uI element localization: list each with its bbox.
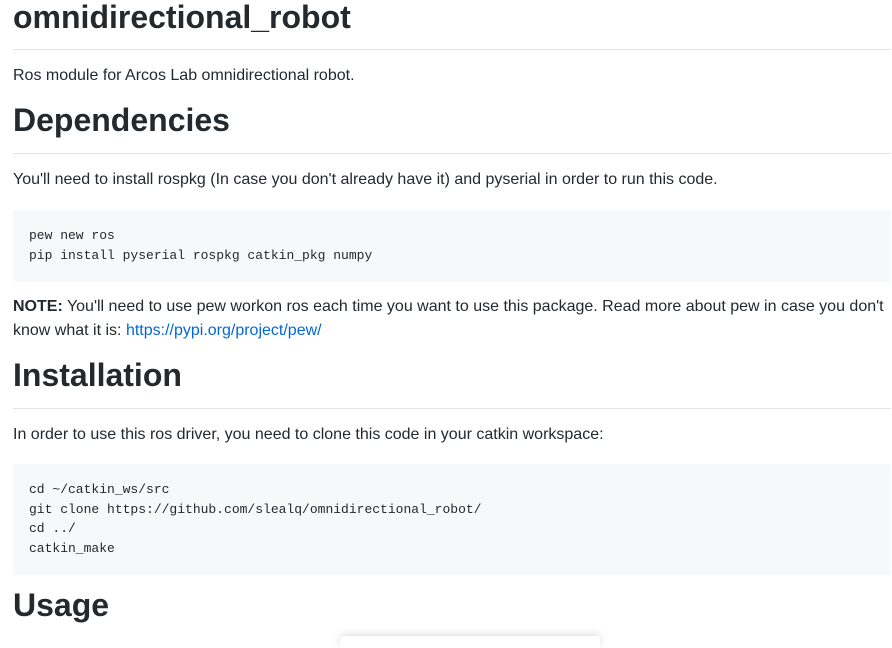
description-text: Ros module for Arcos Lab omnidirectional… [13, 67, 355, 84]
code-line: git clone https://github.com/slealq/omni… [29, 501, 482, 517]
note-paragraph: NOTE: You'll need to use pew workon ros … [13, 295, 891, 343]
installation-heading: Installation [13, 357, 891, 409]
dependencies-text: You'll need to install rospkg (In case y… [13, 171, 718, 188]
code-line: pew new ros [29, 228, 115, 243]
code-line: cd ~/catkin_ws/src [29, 482, 170, 497]
installation-code-block: cd ~/catkin_ws/srcgit clone https://gith… [13, 464, 891, 575]
floating-bar [340, 636, 600, 648]
installation-text: In order to use this ros driver, you nee… [13, 426, 604, 443]
dependencies-heading: Dependencies [13, 102, 891, 154]
note-label: NOTE: [13, 298, 63, 315]
code-line: catkin_make [29, 540, 115, 556]
usage-heading: Usage [13, 587, 110, 623]
code-line: pip install pyserial rospkg catkin_pkg n… [29, 247, 373, 263]
code-line: cd ../ [29, 521, 76, 537]
readme-content: omnidirectional_robot Ros module for Arc… [13, 0, 891, 623]
pew-link[interactable]: https://pypi.org/project/pew/ [126, 322, 322, 339]
page-title: omnidirectional_robot [13, 0, 891, 50]
dependencies-code-block: pew new ros pip install pyserial rospkg c… [13, 210, 891, 282]
